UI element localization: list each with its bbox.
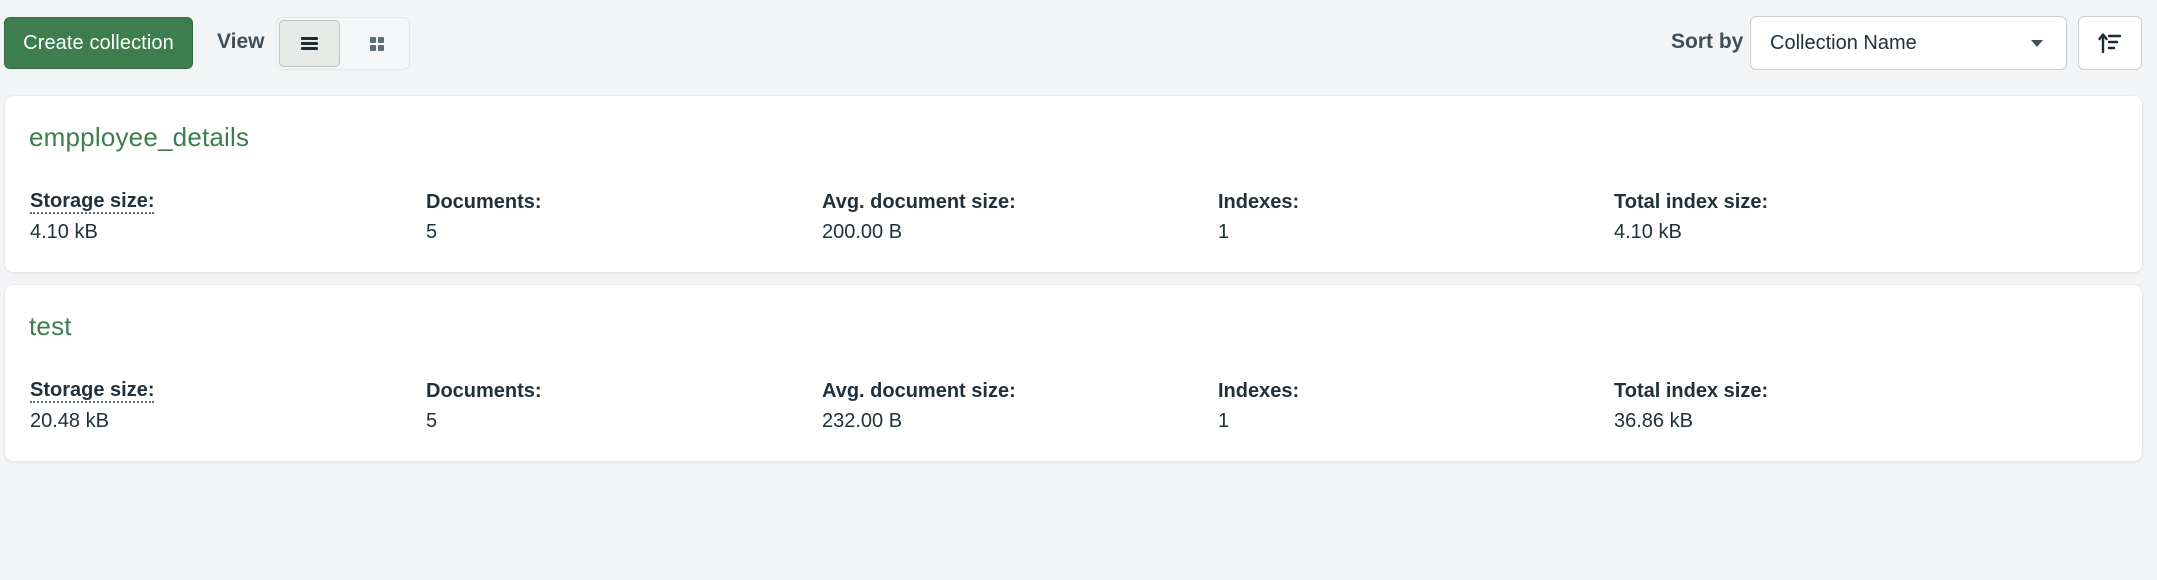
storage-size-label[interactable]: Storage size: bbox=[30, 190, 155, 214]
indexes-stat: Indexes: 1 bbox=[1218, 190, 1299, 244]
avg-document-size-stat: Avg. document size: 232.00 B bbox=[822, 379, 1016, 433]
list-view-button[interactable] bbox=[279, 20, 340, 67]
avg-document-size-stat: Avg. document size: 200.00 B bbox=[822, 190, 1016, 244]
total-index-size-stat: Total index size: 36.86 kB bbox=[1614, 379, 1768, 433]
avg-document-size-label: Avg. document size: bbox=[822, 380, 1016, 402]
storage-size-stat: Storage size: 4.10 kB bbox=[30, 190, 155, 244]
indexes-label: Indexes: bbox=[1218, 380, 1300, 402]
indexes-value: 1 bbox=[1218, 410, 1230, 432]
total-index-size-label: Total index size: bbox=[1614, 191, 1769, 213]
view-label: View bbox=[217, 30, 265, 53]
sort-direction-button[interactable] bbox=[2078, 16, 2142, 70]
sort-ascending-icon bbox=[2098, 33, 2122, 54]
storage-size-value: 4.10 kB bbox=[30, 221, 98, 243]
list-icon bbox=[301, 37, 318, 50]
grid-view-button[interactable] bbox=[346, 20, 407, 67]
create-collection-button[interactable]: Create collection bbox=[4, 17, 193, 69]
avg-document-size-value: 232.00 B bbox=[822, 410, 903, 432]
sort-by-select[interactable]: Collection Name bbox=[1750, 16, 2067, 70]
total-index-size-label: Total index size: bbox=[1614, 380, 1769, 402]
caret-down-icon bbox=[2031, 40, 2043, 47]
storage-size-stat: Storage size: 20.48 kB bbox=[30, 379, 155, 433]
view-mode-toggle bbox=[276, 17, 410, 70]
total-index-size-stat: Total index size: 4.10 kB bbox=[1614, 190, 1768, 244]
collection-name-link[interactable]: empployee_details bbox=[29, 122, 249, 153]
sort-by-label: Sort by bbox=[1671, 30, 1744, 53]
documents-stat: Documents: 5 bbox=[426, 379, 542, 433]
total-index-size-value: 4.10 kB bbox=[1614, 221, 1682, 243]
documents-stat: Documents: 5 bbox=[426, 190, 542, 244]
collections-toolbar: Create collection View Sort by Collectio… bbox=[0, 0, 2157, 88]
avg-document-size-value: 200.00 B bbox=[822, 221, 903, 243]
indexes-stat: Indexes: 1 bbox=[1218, 379, 1299, 433]
storage-size-label[interactable]: Storage size: bbox=[30, 379, 155, 403]
sort-by-value: Collection Name bbox=[1770, 32, 1917, 54]
storage-size-value: 20.48 kB bbox=[30, 410, 109, 432]
collection-card[interactable]: test Storage size: 20.48 kB Documents: 5… bbox=[5, 285, 2142, 461]
indexes-value: 1 bbox=[1218, 221, 1230, 243]
documents-value: 5 bbox=[426, 221, 438, 243]
indexes-label: Indexes: bbox=[1218, 191, 1300, 213]
avg-document-size-label: Avg. document size: bbox=[822, 191, 1016, 213]
total-index-size-value: 36.86 kB bbox=[1614, 410, 1693, 432]
collection-name-link[interactable]: test bbox=[29, 311, 72, 342]
documents-label: Documents: bbox=[426, 380, 542, 402]
documents-label: Documents: bbox=[426, 191, 542, 213]
grid-icon bbox=[369, 36, 384, 51]
documents-value: 5 bbox=[426, 410, 438, 432]
collection-card[interactable]: empployee_details Storage size: 4.10 kB … bbox=[5, 96, 2142, 272]
